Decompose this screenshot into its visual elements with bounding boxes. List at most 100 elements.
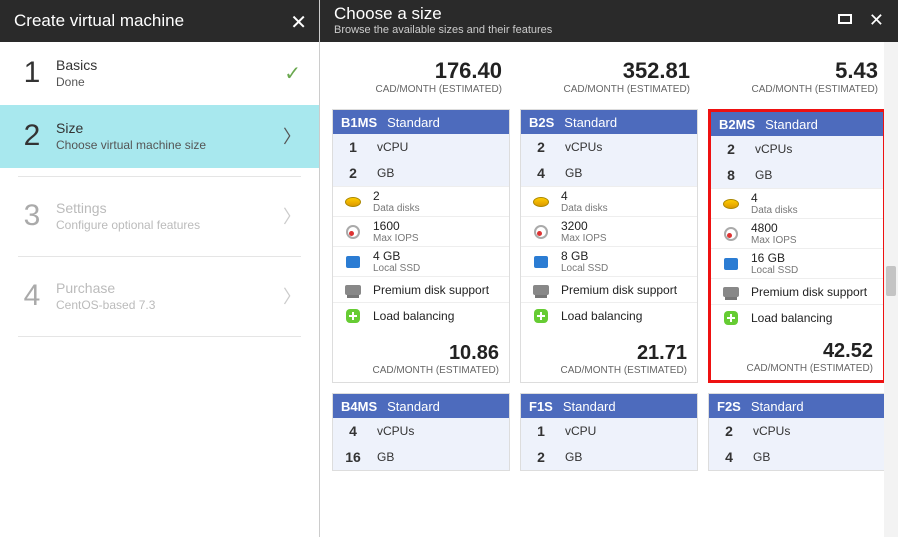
spec-vcpu: 2vCPUs: [521, 134, 697, 160]
wizard-step-size[interactable]: 2 Size Choose virtual machine size 〉: [0, 105, 319, 168]
divider: [18, 256, 301, 257]
step-subtitle: Done: [56, 75, 278, 89]
premium-disk-icon: [719, 283, 743, 301]
size-cards-grid[interactable]: 176.40 CAD/MONTH (ESTIMATED) 352.81 CAD/…: [320, 42, 898, 537]
step-subtitle: CentOS-based 7.3: [56, 298, 283, 312]
disk-icon: [529, 193, 553, 211]
scrollbar-thumb[interactable]: [886, 266, 896, 296]
close-icon[interactable]: ✕: [869, 10, 884, 31]
step-body: Settings Configure optional features: [50, 200, 283, 232]
step-subtitle: Choose virtual machine size: [56, 138, 283, 152]
sku-label: B2S: [529, 115, 554, 130]
spec-memory: 4GB: [521, 160, 697, 186]
step-title: Basics: [56, 57, 278, 73]
spec-local-ssd: 4 GBLocal SSD: [333, 246, 509, 276]
step-number: 1: [14, 56, 50, 90]
spec-premium-disk: Premium disk support: [521, 276, 697, 302]
sku-label: F1S: [529, 399, 553, 414]
spec-data-disks: 4Data disks: [521, 186, 697, 216]
chevron-right-icon: 〉: [283, 203, 301, 229]
wizard-panel: Create virtual machine ✕ 1 Basics Done ✓…: [0, 0, 320, 537]
price-desc: CAD/MONTH (ESTIMATED): [340, 84, 502, 95]
size-card-f2s[interactable]: F2S Standard 2vCPUs 4GB: [708, 393, 886, 471]
size-card-b2ms[interactable]: B2MS Standard 2vCPUs 8GB 4Data disks 480…: [708, 109, 886, 383]
top-price: 176.40 CAD/MONTH (ESTIMATED): [332, 54, 510, 99]
price-value: 176.40: [340, 58, 502, 84]
tier-label: Standard: [751, 399, 804, 414]
ssd-icon: [719, 255, 743, 273]
step-number: 2: [14, 119, 50, 153]
spec-premium-disk: Premium disk support: [333, 276, 509, 302]
gauge-icon: [719, 225, 743, 243]
disk-icon: [341, 193, 365, 211]
spec-load-balancing: Load balancing: [333, 302, 509, 328]
spec-max-iops: 4800Max IOPS: [711, 218, 883, 248]
wizard-steps: 1 Basics Done ✓ 2 Size Choose virtual ma…: [0, 42, 319, 345]
price-value: 5.43: [716, 58, 878, 84]
spec-local-ssd: 16 GBLocal SSD: [711, 248, 883, 278]
step-body: Purchase CentOS-based 7.3: [50, 280, 283, 312]
card-price: 21.71CAD/MONTH (ESTIMATED): [521, 332, 697, 382]
tier-label: Standard: [765, 117, 818, 132]
gauge-icon: [529, 223, 553, 241]
spec-memory: 2GB: [521, 444, 697, 470]
size-card-b1ms[interactable]: B1MS Standard 1vCPU 2GB 2Data disks 1600…: [332, 109, 510, 383]
step-number: 4: [14, 279, 50, 313]
spec-memory: 16GB: [333, 444, 509, 470]
size-card-b2s[interactable]: B2S Standard 2vCPUs 4GB 4Data disks 3200…: [520, 109, 698, 383]
disk-icon: [719, 195, 743, 213]
size-card-f1s[interactable]: F1S Standard 1vCPU 2GB: [520, 393, 698, 471]
spec-max-iops: 3200Max IOPS: [521, 216, 697, 246]
sku-label: B1MS: [341, 115, 377, 130]
card-price: 10.86CAD/MONTH (ESTIMATED): [333, 332, 509, 382]
wizard-step-purchase: 4 Purchase CentOS-based 7.3 〉: [0, 265, 319, 328]
ssd-icon: [529, 253, 553, 271]
spec-data-disks: 4Data disks: [711, 188, 883, 218]
sizes-title: Choose a size: [334, 4, 884, 24]
wizard-step-settings: 3 Settings Configure optional features 〉: [0, 185, 319, 248]
card-header: B2MS Standard: [711, 112, 883, 136]
sku-label: B2MS: [719, 117, 755, 132]
spec-vcpu: 2vCPUs: [709, 418, 885, 444]
card-header: F1S Standard: [521, 394, 697, 418]
price-value: 352.81: [528, 58, 690, 84]
load-balancing-icon: [529, 307, 553, 325]
tier-label: Standard: [387, 399, 440, 414]
tier-label: Standard: [563, 399, 616, 414]
spec-memory: 8GB: [711, 162, 883, 188]
close-icon[interactable]: ✕: [290, 10, 307, 35]
card-header: B1MS Standard: [333, 110, 509, 134]
spec-data-disks: 2Data disks: [333, 186, 509, 216]
spec-local-ssd: 8 GBLocal SSD: [521, 246, 697, 276]
card-price: 42.52CAD/MONTH (ESTIMATED): [711, 330, 883, 380]
spec-vcpu: 2vCPUs: [711, 136, 883, 162]
sizes-subtitle: Browse the available sizes and their fea…: [334, 24, 884, 36]
maximize-icon[interactable]: [838, 14, 852, 24]
spec-vcpu: 1vCPU: [333, 134, 509, 160]
step-body: Size Choose virtual machine size: [50, 120, 283, 152]
premium-disk-icon: [341, 281, 365, 299]
divider: [18, 336, 301, 337]
sku-label: B4MS: [341, 399, 377, 414]
step-body: Basics Done: [50, 57, 278, 89]
sizes-panel: Choose a size Browse the available sizes…: [320, 0, 898, 537]
spec-vcpu: 1vCPU: [521, 418, 697, 444]
sku-label: F2S: [717, 399, 741, 414]
step-title: Settings: [56, 200, 283, 216]
checkmark-icon: ✓: [284, 61, 301, 86]
spec-load-balancing: Load balancing: [711, 304, 883, 330]
spec-max-iops: 1600Max IOPS: [333, 216, 509, 246]
card-header: B4MS Standard: [333, 394, 509, 418]
chevron-right-icon: 〉: [283, 283, 301, 309]
card-header: F2S Standard: [709, 394, 885, 418]
gauge-icon: [341, 223, 365, 241]
step-number: 3: [14, 199, 50, 233]
wizard-step-basics[interactable]: 1 Basics Done ✓: [0, 42, 319, 105]
step-subtitle: Configure optional features: [56, 218, 283, 232]
top-price: 5.43 CAD/MONTH (ESTIMATED): [708, 54, 886, 99]
scrollbar-track[interactable]: [884, 42, 898, 537]
size-card-b4ms[interactable]: B4MS Standard 4vCPUs 16GB: [332, 393, 510, 471]
spec-memory: 4GB: [709, 444, 885, 470]
sizes-header: Choose a size Browse the available sizes…: [320, 0, 898, 42]
tier-label: Standard: [387, 115, 440, 130]
